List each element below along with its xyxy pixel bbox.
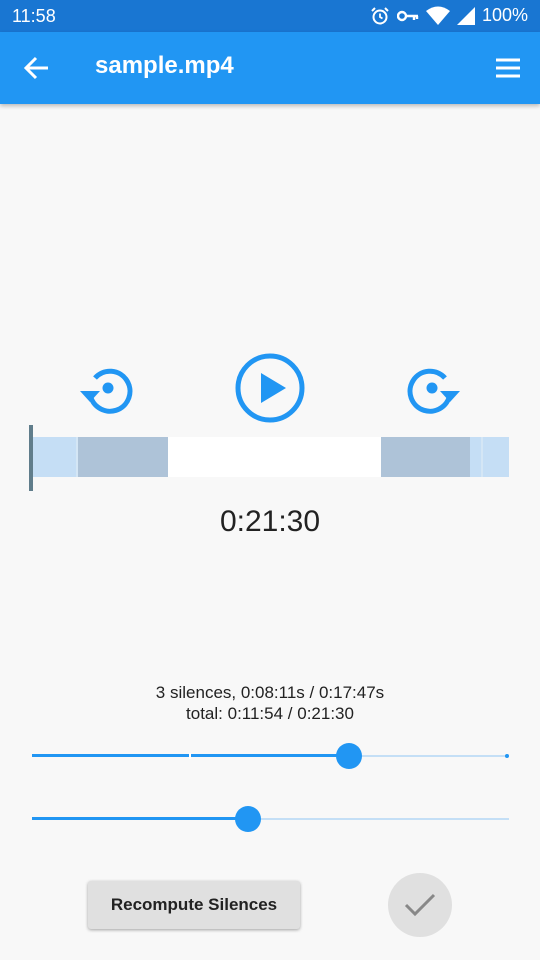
hamburger-menu-icon[interactable] [494, 55, 522, 81]
signal-icon [456, 6, 475, 25]
total-line: total: 0:11:54 / 0:21:30 [186, 704, 354, 723]
recompute-silences-button[interactable]: Recompute Silences [88, 881, 300, 929]
battery-percent: 100% [481, 5, 528, 25]
status-bar: 11:58 100% [0, 0, 540, 32]
slider-thumb[interactable] [235, 806, 261, 832]
wifi-icon [425, 6, 450, 25]
silence-summary: 3 silences, 0:08:11s / 0:17:47s total: 0… [0, 682, 540, 724]
silences-line: 3 silences, 0:08:11s / 0:17:47s [155, 683, 385, 702]
status-icons: 100% [370, 5, 528, 26]
arrow-left-icon[interactable] [22, 54, 52, 82]
timeline-segment [32, 437, 78, 477]
silence-segment [381, 437, 470, 477]
threshold-slider[interactable] [32, 741, 509, 771]
slider-thumb[interactable] [336, 743, 362, 769]
silence-segment [78, 437, 168, 477]
timeline-segment [470, 437, 509, 477]
timeline-marker [76, 437, 78, 477]
alarm-icon [371, 6, 389, 24]
current-time: 0:21:30 [219, 505, 321, 538]
app-bar: sample.mp4 [0, 32, 540, 104]
slider-end-dot [505, 754, 509, 758]
play-icon[interactable] [234, 352, 306, 424]
timeline-marker [481, 437, 483, 477]
status-time: 11:58 [12, 6, 56, 26]
page-title: sample.mp4 [95, 52, 234, 79]
duration-slider[interactable] [32, 804, 509, 834]
slider-notch [189, 753, 191, 759]
playhead[interactable] [29, 425, 33, 491]
silence-timeline[interactable] [32, 437, 509, 477]
confirm-button[interactable] [388, 873, 452, 937]
rewind-icon[interactable] [78, 362, 134, 414]
check-icon [404, 893, 436, 917]
forward-icon[interactable] [406, 362, 462, 414]
slider-fill [32, 817, 248, 820]
vpn-key-icon [396, 10, 419, 21]
